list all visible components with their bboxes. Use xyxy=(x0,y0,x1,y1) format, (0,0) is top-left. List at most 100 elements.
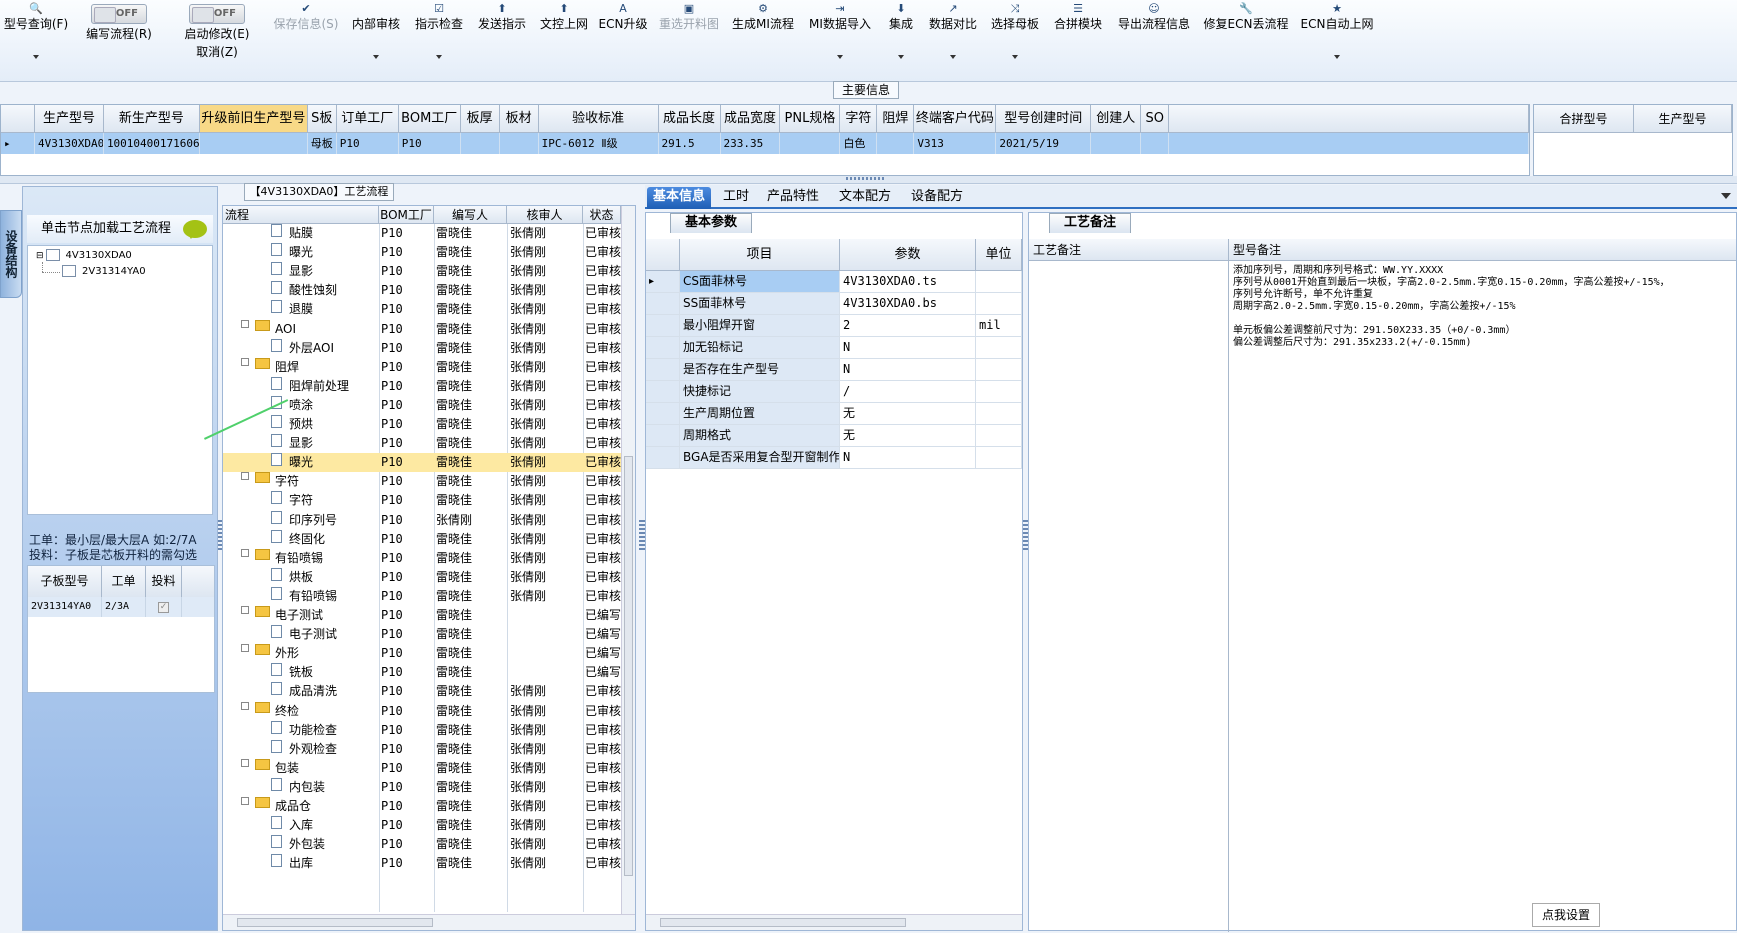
dropdown-caret-icon[interactable] xyxy=(837,55,843,62)
col-param[interactable]: 参数 xyxy=(840,239,976,271)
main-col-17[interactable]: 创建人 xyxy=(1091,105,1142,133)
dropdown-caret-icon[interactable] xyxy=(1334,55,1340,62)
sub-grid-row[interactable]: 2V31314YA0 2/3A ✓ xyxy=(28,597,214,617)
col-status[interactable]: 状态 xyxy=(583,206,621,224)
main-col-7[interactable]: 板厚 xyxy=(460,105,500,133)
toolbar-button-6[interactable]: ⬆ 发送指示 xyxy=(470,0,534,82)
toolbar-button-7[interactable]: ⬆ 文控上网 xyxy=(534,0,594,82)
collapse-toggle-icon[interactable]: − xyxy=(241,472,249,481)
main-col-1[interactable]: 生产型号 xyxy=(34,105,104,133)
tab-work-hours[interactable]: 工时 xyxy=(717,187,755,209)
main-col-12[interactable]: PNL规格 xyxy=(780,105,841,133)
process-row[interactable]: 曝光 P10 雷晓佳 张倩刚 已审核 xyxy=(223,243,623,262)
process-row[interactable]: 显影 P10 雷晓佳 张倩刚 已审核 xyxy=(223,262,623,281)
toolbar-button-0[interactable]: 🔍 型号查询(F) xyxy=(0,0,72,82)
main-col-19[interactable] xyxy=(1169,105,1529,133)
main-col-5[interactable]: 订单工厂 xyxy=(336,105,399,133)
collapse-toggle-icon[interactable]: − xyxy=(241,644,249,653)
toolbar-button-4[interactable]: 内部审核 xyxy=(344,0,408,82)
collapse-toggle-icon[interactable]: − xyxy=(241,701,249,710)
process-row[interactable]: 终固化 P10 雷晓佳 张倩刚 已审核 xyxy=(223,529,623,549)
process-row[interactable]: 入库 P10 雷晓佳 张倩刚 已审核 xyxy=(223,816,623,835)
col-combined-model[interactable]: 合拼型号 xyxy=(1534,105,1634,133)
process-vertical-scrollbar[interactable] xyxy=(621,206,635,914)
collapse-toggle-icon[interactable]: − xyxy=(241,606,249,614)
param-row[interactable]: SS面菲林号 4V3130XDA0.bs xyxy=(646,293,1022,315)
toolbar-button-15[interactable]: ☰ 合拼模块 xyxy=(1046,0,1110,82)
process-row[interactable]: − 阻焊 P10 雷晓佳 张倩刚 已审核 xyxy=(223,357,623,377)
tab-basic-params[interactable]: 基本参数 xyxy=(670,213,753,233)
collapse-toggle-icon[interactable]: − xyxy=(241,758,249,767)
main-col-9[interactable]: 验收标准 xyxy=(538,105,659,133)
toolbar-button-11[interactable]: ⇥ MI数据导入 xyxy=(800,0,880,82)
process-row[interactable]: 铣板 P10 雷晓佳 已编写 xyxy=(223,663,623,682)
process-row[interactable]: 烘板 P10 雷晓佳 张倩刚 已审核 xyxy=(223,567,623,587)
toggle-group-1[interactable]: OFF 编写流程(R) xyxy=(72,0,166,82)
process-row[interactable]: 退膜 P10 雷晓佳 张倩刚 已审核 xyxy=(223,300,623,319)
process-row[interactable]: 外观检查 P10 雷晓佳 张倩刚 已审核 xyxy=(223,739,623,759)
main-col-10[interactable]: 成品长度 xyxy=(658,105,721,133)
param-row[interactable]: 最小阻焊开窗 2 mil xyxy=(646,315,1022,337)
process-row[interactable]: 酸性蚀刻 P10 雷晓佳 张倩刚 已审核 xyxy=(223,281,623,300)
process-row[interactable]: − 终检 P10 雷晓佳 张倩刚 已审核 xyxy=(223,701,623,721)
col-item[interactable]: 项目 xyxy=(680,239,840,271)
main-col-4[interactable]: S板 xyxy=(307,105,337,133)
toolbar-button-13[interactable]: ↗ 数据对比 xyxy=(922,0,984,82)
process-row[interactable]: 贴膜 P10 雷晓佳 张倩刚 已审核 xyxy=(223,224,623,243)
process-row[interactable]: 显影 P10 雷晓佳 张倩刚 已审核 xyxy=(223,434,623,453)
param-cell-v[interactable]: N xyxy=(840,359,976,381)
process-row[interactable]: 出库 P10 雷晓佳 张倩刚 已审核 xyxy=(223,854,623,873)
tree-node-child[interactable]: 2V31314YA0 xyxy=(62,264,146,280)
toolbar-button-17[interactable]: 🔧 修复ECN丢流程 xyxy=(1198,0,1294,82)
process-row[interactable]: − 电子测试 P10 雷晓佳 已编写 xyxy=(223,606,623,625)
dropdown-caret-icon[interactable] xyxy=(436,55,442,62)
process-row[interactable]: − AOI P10 雷晓佳 张倩刚 已审核 xyxy=(223,319,623,339)
col-bom-factory[interactable]: BOM工厂 xyxy=(379,206,434,224)
main-col-0[interactable] xyxy=(1,105,35,133)
param-row[interactable]: ▸ CS面菲林号 4V3130XDA0.ts xyxy=(646,271,1022,293)
scroll-thumb[interactable] xyxy=(660,918,906,927)
process-row[interactable]: 有铅喷锡 P10 雷晓佳 张倩刚 已审核 xyxy=(223,586,623,606)
main-col-13[interactable]: 字符 xyxy=(840,105,878,133)
param-row[interactable]: 是否存在生产型号 N xyxy=(646,359,1022,381)
splitter-grip[interactable] xyxy=(846,177,886,180)
param-row[interactable]: 加无铅标记 N xyxy=(646,337,1022,359)
param-cell-v[interactable]: 4V3130XDA0.bs xyxy=(840,293,976,315)
toolbar-button-5[interactable]: ☑ 指示检查 xyxy=(408,0,470,82)
toolbar-button-10[interactable]: ⚙ 生成MI流程 xyxy=(726,0,800,82)
main-col-15[interactable]: 终端客户代码 xyxy=(914,105,997,133)
process-row[interactable]: 字符 P10 雷晓佳 张倩刚 已审核 xyxy=(223,491,623,510)
collapse-toggle-icon[interactable]: − xyxy=(241,797,249,805)
process-row[interactable]: 预烘 P10 雷晓佳 张倩刚 已审核 xyxy=(223,415,623,434)
toggle-switch[interactable]: OFF xyxy=(189,4,245,24)
main-col-8[interactable]: 板材 xyxy=(499,105,539,133)
toolbar-button-14[interactable]: ⤨ 选择母板 xyxy=(984,0,1046,82)
param-cell-v[interactable]: / xyxy=(840,381,976,403)
model-remarks-text[interactable]: 添加序列号，周期和序列号格式：WW.YY.XXXX 序列号从0001开始直到最后… xyxy=(1233,265,1723,349)
process-row[interactable]: 外层AOI P10 雷晓佳 张倩刚 已审核 xyxy=(223,338,623,358)
process-row[interactable]: 电子测试 P10 雷晓佳 已编写 xyxy=(223,625,623,644)
toolbar-button-16[interactable]: ☺ 导出流程信息 xyxy=(1110,0,1198,82)
param-cell-v[interactable]: N xyxy=(840,337,976,359)
process-row[interactable]: − 成品仓 P10 雷晓佳 张倩刚 已审核 xyxy=(223,797,623,816)
param-cell-v[interactable]: 无 xyxy=(840,403,976,425)
main-col-16[interactable]: 型号创建时间 xyxy=(996,105,1092,133)
collapse-toggle-icon[interactable]: − xyxy=(241,357,249,366)
dropdown-caret-icon[interactable] xyxy=(950,55,956,62)
toggle-group-2[interactable]: OFF 启动修改(E) 取消(Z) xyxy=(166,0,268,82)
scroll-thumb[interactable] xyxy=(237,918,433,927)
dropdown-caret-icon[interactable] xyxy=(1012,55,1018,62)
main-col-3[interactable]: 升级前旧生产型号 xyxy=(199,105,308,133)
tab-equipment-recipe[interactable]: 设备配方 xyxy=(905,187,969,209)
col-unit[interactable]: 单位 xyxy=(976,239,1022,271)
param-row[interactable]: 周期格式无 xyxy=(646,425,1022,447)
tabs-dropdown-icon[interactable] xyxy=(1721,193,1731,204)
param-row[interactable]: 快捷标记 / xyxy=(646,381,1022,403)
dropdown-caret-icon[interactable] xyxy=(33,55,39,62)
params-horizontal-scrollbar[interactable] xyxy=(646,914,1022,930)
feed-checkbox[interactable]: ✓ xyxy=(158,602,169,613)
process-row[interactable]: − 有铅喷锡 P10 雷晓佳 张倩刚 已审核 xyxy=(223,548,623,568)
main-col-18[interactable]: SO xyxy=(1141,105,1170,133)
main-col-14[interactable]: 阻焊 xyxy=(877,105,915,133)
process-horizontal-scrollbar[interactable] xyxy=(223,914,635,930)
